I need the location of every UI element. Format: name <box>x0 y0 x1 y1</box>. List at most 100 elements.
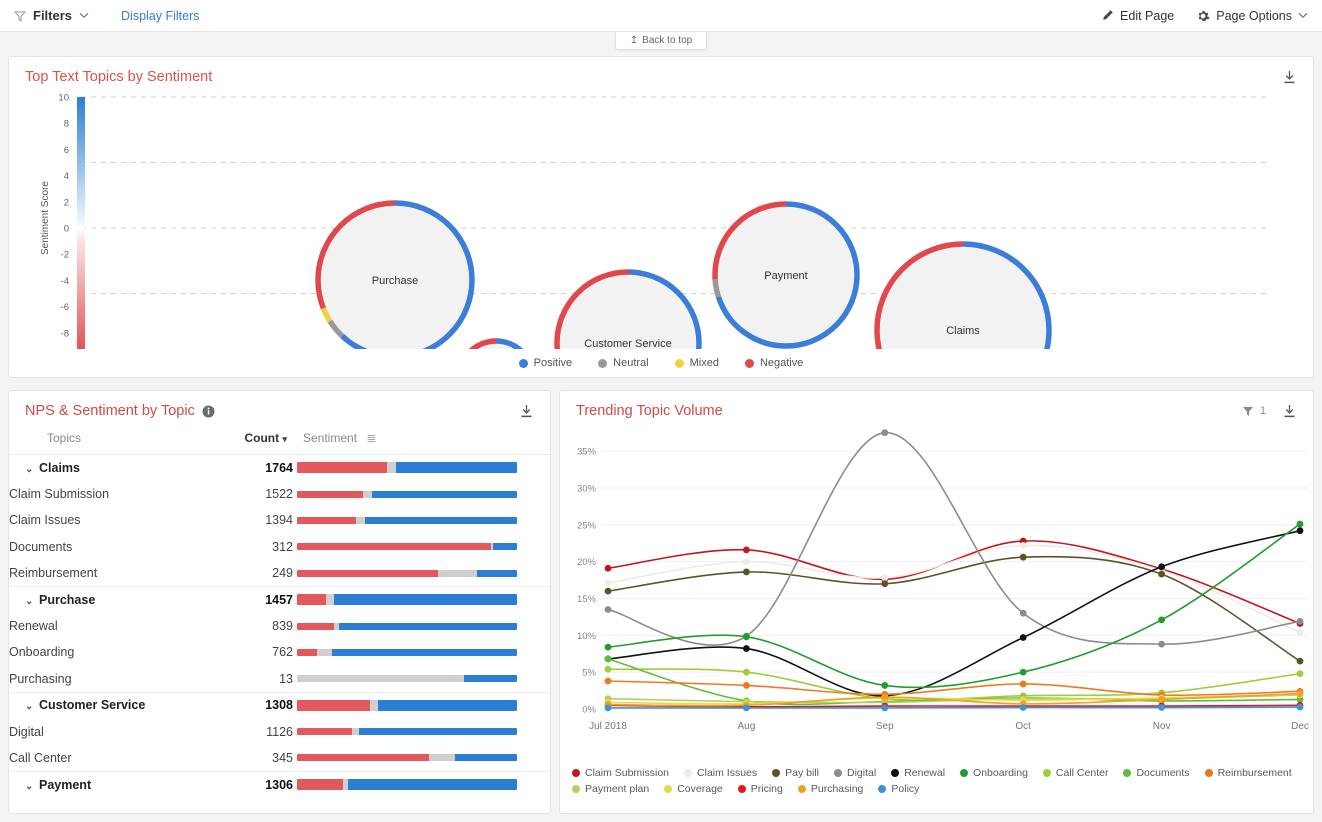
bar-segment-positive <box>455 754 517 762</box>
row-sentiment-bar <box>293 585 550 613</box>
topic-label: Documents <box>9 534 219 560</box>
table-row[interactable]: Reimbursement 249 <box>9 560 550 586</box>
svg-text:25%: 25% <box>577 520 597 531</box>
bar-segment-negative <box>297 728 352 736</box>
top-text-topics-panel: Top Text Topics by Sentiment Sentiment S… <box>8 56 1314 419</box>
row-count: 312 <box>272 539 293 554</box>
bar-segment-positive <box>334 594 517 606</box>
back-to-top-button[interactable]: ↥ Back to top <box>614 32 708 50</box>
legend-item-renewal[interactable]: Renewal <box>891 767 945 779</box>
bar-segment-neutral <box>325 594 335 606</box>
legend-swatch <box>737 785 746 793</box>
table-row[interactable]: Claim Issues 1394 <box>9 507 550 533</box>
table-row[interactable]: Renewal 839 <box>9 613 550 639</box>
row-sentiment-bar <box>293 745 550 771</box>
legend-item-negative[interactable]: Negative <box>744 357 804 369</box>
table-row[interactable]: Onboarding 762 <box>9 639 550 665</box>
row-sentiment-bar <box>293 507 550 533</box>
bar-segment-negative <box>297 490 363 498</box>
legend-item-payment-plan[interactable]: Payment plan <box>572 783 649 795</box>
legend-item-digital[interactable]: Digital <box>834 767 876 779</box>
topic-label: Onboarding <box>9 639 219 665</box>
row-sentiment-bar <box>293 613 550 639</box>
chevron-down-icon[interactable]: ⌄ <box>25 464 39 475</box>
legend-item-positive[interactable]: Positive <box>518 357 572 369</box>
topic-label: Reimbursement <box>9 560 219 586</box>
table-row[interactable]: Claim Submission 1522 <box>9 481 550 507</box>
table-row[interactable]: Purchasing 13 <box>9 666 550 692</box>
up-arrow-icon: ↥ <box>629 34 639 46</box>
topic-group-label: ⌄ Customer Service <box>9 691 219 719</box>
line-chart-legend: Claim Submission Claim Issues Pay bill Digi… <box>572 767 1303 795</box>
legend-swatch <box>598 358 608 368</box>
download-icon[interactable] <box>1282 404 1297 419</box>
chevron-down-icon[interactable]: ⌄ <box>25 701 39 712</box>
display-filters-link[interactable]: Display Filters <box>121 9 200 23</box>
legend-item-purchasing[interactable]: Purchasing <box>797 783 863 795</box>
row-count: 1394 <box>265 513 293 528</box>
table-row[interactable]: ⌄ Payment 1306 <box>9 770 550 798</box>
sentiment-bar <box>297 594 517 606</box>
chevron-down-icon[interactable]: ⌄ <box>25 596 39 607</box>
chevron-down-icon[interactable]: ⌄ <box>25 781 39 792</box>
y-axis-title: Sentiment Score <box>40 181 51 255</box>
filter-indicator[interactable]: 1 <box>1242 405 1266 417</box>
column-header-sentiment[interactable]: Sentiment ≣ <box>293 421 550 455</box>
topic-group-label: ⌄ Payment <box>9 770 219 798</box>
filters-dropdown[interactable]: Filters <box>14 8 89 23</box>
back-to-top-label: Back to top <box>642 34 693 46</box>
legend-label: Policy <box>891 783 920 795</box>
download-icon[interactable] <box>1282 70 1297 85</box>
table-row[interactable]: Call Center 345 <box>9 745 550 771</box>
svg-text:Purchase: Purchase <box>372 275 418 287</box>
legend-item-call-center[interactable]: Call Center <box>1042 767 1108 779</box>
sentiment-bar <box>297 754 517 762</box>
download-icon[interactable] <box>519 404 534 419</box>
legend-item-documents[interactable]: Documents <box>1123 767 1190 779</box>
row-sentiment-bar <box>293 534 550 560</box>
legend-item-neutral[interactable]: Neutral <box>598 357 649 369</box>
row-count: 839 <box>272 619 293 634</box>
info-icon[interactable] <box>202 405 215 418</box>
panel-title: Top Text Topics by Sentiment <box>25 69 213 85</box>
legend-item-policy[interactable]: Policy <box>878 783 919 795</box>
row-count: 13 <box>279 671 293 686</box>
bubble-chart: Sentiment Score 1086420-2-4-6-8-10Purcha… <box>9 87 1313 419</box>
row-label: Purchase <box>39 592 96 607</box>
legend-item-reimbursement[interactable]: Reimbursement <box>1204 767 1292 779</box>
svg-text:6: 6 <box>64 145 69 156</box>
legend-label: Pricing <box>750 783 783 795</box>
bar-segment-neutral <box>437 569 478 577</box>
row-sentiment-bar <box>293 691 550 719</box>
legend-item-claim-issues[interactable]: Claim Issues <box>684 767 757 779</box>
legend-item-claim-submission[interactable]: Claim Submission <box>572 767 669 779</box>
column-header-count[interactable]: Count ▾ <box>219 421 293 455</box>
svg-text:-8: -8 <box>61 328 69 339</box>
bar-segment-neutral <box>297 675 465 683</box>
column-header-topics[interactable]: Topics <box>9 421 219 455</box>
row-label: Claim Submission <box>9 487 110 502</box>
legend-label: Negative <box>759 357 804 369</box>
bar-segment-neutral <box>356 516 366 524</box>
row-label: Digital <box>9 724 44 739</box>
legend-item-onboarding[interactable]: Onboarding <box>960 767 1028 779</box>
legend-item-mixed[interactable]: Mixed <box>674 357 719 369</box>
bar-segment-neutral <box>316 648 333 656</box>
table-row[interactable]: Digital 1126 <box>9 718 550 744</box>
page-options-button[interactable]: Page Options <box>1196 9 1308 23</box>
legend-item-pricing[interactable]: Pricing <box>737 783 783 795</box>
legend-item-coverage[interactable]: Coverage <box>664 783 723 795</box>
table-row[interactable]: Documents 312 <box>9 534 550 560</box>
table-row[interactable]: ⌄ Claims 1764 <box>9 455 550 481</box>
edit-page-button[interactable]: Edit Page <box>1101 9 1174 23</box>
trending-topic-volume-panel: Trending Topic Volume 1 0% 5% 10% 15% 20% 25%… <box>559 390 1314 814</box>
topic-label: Claim Issues <box>9 507 219 533</box>
topic-label: Purchasing <box>9 666 219 692</box>
legend-label: Neutral <box>613 357 649 369</box>
legend-item-pay-bill[interactable]: Pay bill <box>772 767 819 779</box>
row-count: 762 <box>272 645 293 660</box>
svg-text:0: 0 <box>64 224 69 235</box>
table-row[interactable]: ⌄ Customer Service 1308 <box>9 691 550 719</box>
svg-text:Dec: Dec <box>1291 721 1309 732</box>
table-row[interactable]: ⌄ Purchase 1457 <box>9 585 550 613</box>
